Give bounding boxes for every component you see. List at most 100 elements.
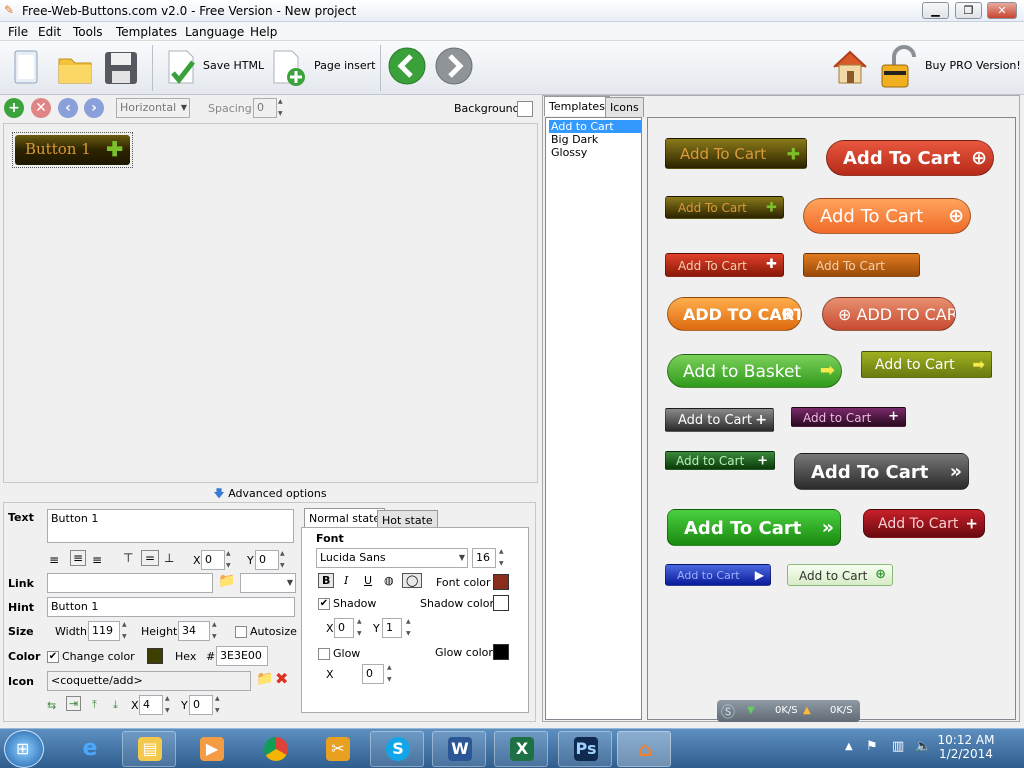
menu-language[interactable]: Language xyxy=(185,25,244,39)
canvas-button[interactable]: Button 1 ✚ xyxy=(12,132,133,168)
text-y-spinner[interactable] xyxy=(280,550,290,570)
back-arrow-icon[interactable] xyxy=(387,46,427,86)
preview-button[interactable]: Add To Cart » xyxy=(667,509,841,546)
preview-button[interactable]: Add to Cart + xyxy=(665,451,775,470)
italic-icon[interactable]: I xyxy=(344,574,348,587)
icon-bottom-icon[interactable]: ⤓ xyxy=(113,698,118,712)
taskbar-word[interactable]: W xyxy=(432,731,486,767)
font-size-spinner[interactable] xyxy=(499,548,509,568)
color-swatch[interactable] xyxy=(147,648,163,664)
outline-icon[interactable]: ◯ xyxy=(402,573,423,588)
maximize-button[interactable]: ❐ xyxy=(955,2,982,19)
icon-right-icon[interactable]: ⇥ xyxy=(66,696,82,711)
preview-button[interactable]: Add to Cart ➡ xyxy=(861,351,992,378)
icon-left-icon[interactable]: ⇆ xyxy=(47,699,56,712)
move-left-icon[interactable]: ‹ xyxy=(58,98,78,118)
width-spinner[interactable] xyxy=(122,621,132,641)
tab-icons[interactable]: Icons xyxy=(605,97,644,117)
shadow-y-input[interactable]: 1 xyxy=(382,618,402,638)
buy-pro-label[interactable]: Buy PRO Version! xyxy=(925,59,1021,72)
width-input[interactable]: 119 xyxy=(88,621,120,641)
move-right-icon[interactable]: › xyxy=(84,98,104,118)
padlock-icon[interactable] xyxy=(878,45,922,89)
close-button[interactable]: ✕ xyxy=(987,2,1017,19)
preview-button[interactable]: ⊕ ADD TO CART xyxy=(822,297,956,331)
preview-button[interactable]: Add To Cart ✚ xyxy=(665,196,784,219)
antialias-icon[interactable]: ◍ xyxy=(384,574,394,587)
preview-button[interactable]: Add To Cart ✚ xyxy=(665,138,807,169)
shadow-checkbox[interactable]: ✔ xyxy=(318,598,330,610)
preview-button[interactable]: Add To Cart » xyxy=(794,453,969,490)
valign-middle-icon[interactable]: = xyxy=(141,550,160,566)
taskbar-photoshop[interactable]: Ps xyxy=(558,731,612,767)
link-input[interactable] xyxy=(47,573,213,593)
minimize-button[interactable]: ▁ xyxy=(922,2,949,19)
font-size-input[interactable]: 16 xyxy=(472,548,496,568)
template-item[interactable]: Big Dark xyxy=(549,133,600,146)
taskbar-explorer[interactable]: ▤ xyxy=(122,731,176,767)
icon-y-spinner[interactable] xyxy=(215,695,225,715)
hex-input[interactable]: 3E3E00 xyxy=(216,646,268,666)
menu-templates[interactable]: Templates xyxy=(116,25,177,39)
menu-edit[interactable]: Edit xyxy=(38,25,61,39)
shadow-x-spinner[interactable] xyxy=(357,618,367,638)
new-document-icon[interactable] xyxy=(12,49,42,87)
preview-button[interactable]: ADD TO CART ⊕ xyxy=(667,297,802,331)
open-folder-icon[interactable] xyxy=(56,49,94,87)
save-html-label[interactable]: Save HTML xyxy=(203,59,264,72)
preview-button[interactable]: Add to Basket ➡ xyxy=(667,354,842,388)
taskbar-chrome[interactable] xyxy=(248,731,302,767)
network-tray-icon[interactable]: ▥ xyxy=(892,739,904,754)
bold-icon[interactable]: B xyxy=(318,573,335,588)
align-right-icon[interactable]: ≡ xyxy=(92,553,102,567)
text-x-input[interactable]: 0 xyxy=(201,550,225,570)
hint-input[interactable]: Button 1 xyxy=(47,597,295,617)
preview-button[interactable]: Add to Cart + xyxy=(791,407,906,427)
orientation-select[interactable]: Horizontal ▼ xyxy=(116,98,190,118)
delete-button-icon[interactable]: ✕ xyxy=(31,98,51,118)
text-y-input[interactable]: 0 xyxy=(255,550,279,570)
page-insert-label[interactable]: Page insert xyxy=(314,59,376,72)
preview-button[interactable]: Add To Cart ⊕ xyxy=(826,140,994,176)
shadow-y-spinner[interactable] xyxy=(406,618,416,638)
taskbar-tools[interactable]: ✂ xyxy=(310,731,364,767)
taskbar-excel[interactable]: X xyxy=(494,731,548,767)
page-insert-icon[interactable] xyxy=(270,47,310,89)
preview-button[interactable]: Add To Cart + xyxy=(863,509,985,538)
menu-file[interactable]: File xyxy=(8,25,28,39)
volume-icon[interactable]: 🔈 xyxy=(915,739,931,754)
template-list[interactable]: Add to Cart Big Dark Glossy xyxy=(545,117,642,720)
taskbar-skype[interactable]: S xyxy=(370,731,424,767)
folder-icon[interactable]: 📁 xyxy=(218,573,235,589)
icon-x-input[interactable]: 4 xyxy=(139,695,163,715)
remove-icon-icon[interactable]: ✖ xyxy=(275,669,288,688)
icon-x-spinner[interactable] xyxy=(165,695,175,715)
advanced-options-toggle[interactable]: 🡇 Advanced options xyxy=(0,485,540,501)
link-target-select[interactable]: ▼ xyxy=(240,573,296,593)
spacing-spinner[interactable] xyxy=(278,98,288,118)
autosize-checkbox[interactable] xyxy=(235,626,247,638)
design-canvas[interactable]: Button 1 ✚ xyxy=(3,123,538,483)
start-button[interactable]: ⊞ xyxy=(4,730,44,768)
tray-expand-icon[interactable]: ▲ xyxy=(845,741,853,752)
height-spinner[interactable] xyxy=(212,621,222,641)
tab-normal-state[interactable]: Normal state xyxy=(304,508,386,528)
change-color-checkbox[interactable]: ✔ xyxy=(47,651,59,663)
icon-input[interactable]: <coquette/add> xyxy=(47,671,251,691)
preview-button[interactable]: Add to Cart ▶ xyxy=(665,564,771,586)
font-select[interactable]: Lucida Sans ▼ xyxy=(316,548,468,568)
shadow-x-input[interactable]: 0 xyxy=(334,618,354,638)
text-x-spinner[interactable] xyxy=(226,550,236,570)
icon-folder-icon[interactable]: 📁 xyxy=(256,671,273,687)
taskbar-ie[interactable]: e xyxy=(62,731,116,767)
shadow-color-swatch[interactable] xyxy=(493,595,509,611)
underline-icon[interactable]: U xyxy=(364,574,372,587)
button-preview-area[interactable]: Add To Cart ✚ Add To Cart ⊕ Add To Cart ✚ Add … xyxy=(647,117,1016,720)
icon-top-icon[interactable]: ⤒ xyxy=(92,698,97,712)
template-item[interactable]: Glossy xyxy=(549,146,589,159)
save-html-icon[interactable] xyxy=(161,47,201,89)
preview-button[interactable]: Add To Cart ⊕ xyxy=(803,198,971,234)
home-icon[interactable] xyxy=(830,47,870,87)
preview-button[interactable]: Add to Cart ⊕ xyxy=(787,564,893,586)
align-left-icon[interactable]: ≡ xyxy=(49,553,59,567)
